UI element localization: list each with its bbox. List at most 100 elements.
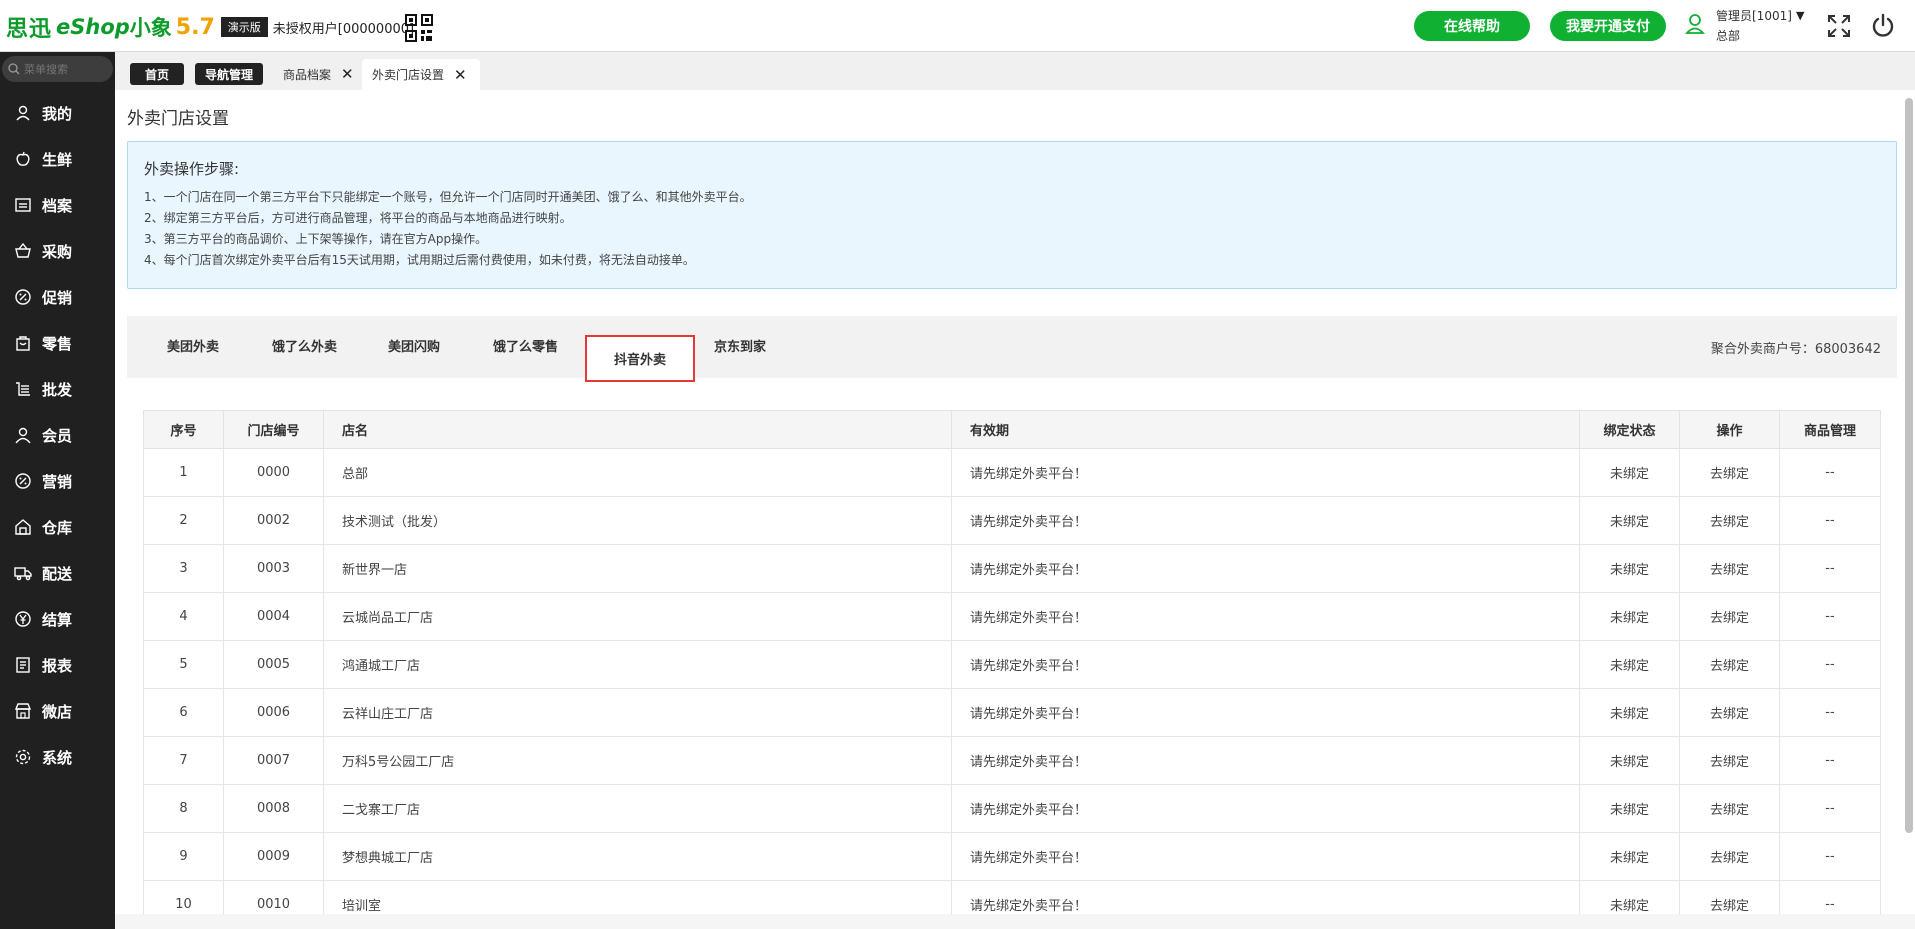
tab-label: 外卖门店设置 [372, 68, 445, 82]
admin-info[interactable]: 管理员[1001] 总部 [1716, 7, 1792, 44]
cell-store-name: 云城尚品工厂店 [323, 592, 952, 641]
cell-store-name: 云祥山庄工厂店 [323, 688, 952, 737]
brand-name: 小象 [129, 16, 172, 40]
cell-bind-status: 未绑定 [1579, 448, 1680, 497]
power-icon[interactable] [1870, 13, 1896, 39]
merchant-number: 聚合外卖商户号：68003642 [1710, 342, 1881, 357]
tab-eleme-retail[interactable]: 饿了么零售 [493, 336, 558, 355]
cell-validity: 请先绑定外卖平台！ [951, 736, 1580, 785]
cell-product-manage: -- [1779, 688, 1881, 737]
cell-store-name: 二戈寨工厂店 [323, 784, 952, 833]
tab-eleme-takeout[interactable]: 饿了么外卖 [272, 336, 337, 355]
tab-douyin-takeout[interactable]: 抖音外卖 [585, 335, 695, 382]
sidebar-item-report[interactable]: 报表 [0, 646, 115, 684]
cell-store-name: 梦想典城工厂店 [323, 832, 952, 881]
sidebar-item-purchase[interactable]: 采购 [0, 232, 115, 270]
sidebar-item-delivery[interactable]: 配送 [0, 554, 115, 592]
sidebar-item-retail[interactable]: 零售 [0, 324, 115, 362]
sidebar-item-wholesale[interactable]: 批发 [0, 370, 115, 408]
sidebar-item-promotion[interactable]: 促销 [0, 278, 115, 316]
table-row: 8 0008 二戈寨工厂店 请先绑定外卖平台！ 未绑定 去绑定 -- [143, 784, 1881, 833]
bind-link[interactable]: 去绑定 [1679, 784, 1780, 833]
fullscreen-icon[interactable] [1826, 13, 1852, 39]
cell-product-manage: -- [1779, 784, 1881, 833]
tab-nav-manage[interactable]: 导航管理 [195, 63, 263, 85]
sidebar-item-mine[interactable]: 我的 [0, 94, 115, 132]
bind-link[interactable]: 去绑定 [1679, 640, 1780, 689]
archive-icon [15, 198, 31, 212]
admin-dropdown-caret-icon[interactable]: ▼ [1796, 9, 1804, 22]
cell-product-manage: -- [1779, 496, 1881, 545]
menu-search-input[interactable] [24, 62, 104, 76]
close-icon[interactable]: ✕ [341, 65, 354, 83]
sidebar: 我的 生鲜 档案 采购 促销 零售 批发 会员 营销 仓库 配送 结算 [0, 52, 115, 929]
instruction-line: 2、绑定第三方平台后，方可进行商品管理，将平台的商品与本地商品进行映射。 [144, 211, 572, 225]
menu-search[interactable] [2, 56, 113, 82]
bind-link[interactable]: 去绑定 [1679, 496, 1780, 545]
sidebar-item-marketing[interactable]: 营销 [0, 462, 115, 500]
close-icon[interactable]: ✕ [454, 66, 467, 84]
vertical-scrollbar[interactable] [1905, 98, 1913, 833]
open-payment-button[interactable]: 我要开通支付 [1550, 11, 1666, 41]
unauthorized-user-label: 未授权用户[00000000] [272, 21, 415, 37]
instruction-line: 1、一个门店在同一个第三方平台下只能绑定一个账号，但允许一个门店同时开通美团、饿… [144, 190, 752, 204]
tab-takeout-settings[interactable]: 外卖门店设置 ✕ [362, 59, 480, 90]
instruction-line: 4、每个门店首次绑定外卖平台后有15天试用期，试用期过后需付费使用，如未付费，将… [144, 253, 695, 267]
cell-index: 2 [143, 496, 224, 545]
bind-link[interactable]: 去绑定 [1679, 592, 1780, 641]
bind-link[interactable]: 去绑定 [1679, 688, 1780, 737]
tab-home[interactable]: 首页 [130, 63, 184, 85]
sidebar-item-label: 我的 [42, 104, 73, 123]
tab-meituan-flash[interactable]: 美团闪购 [388, 336, 440, 355]
cell-validity: 请先绑定外卖平台！ [951, 688, 1580, 737]
apple-icon [16, 151, 30, 166]
col-header: 门店编号 [223, 410, 324, 449]
admin-name: 管理员[1001] [1716, 9, 1792, 23]
marketing-icon [15, 473, 31, 489]
tab-product-archive[interactable]: 商品档案 ✕ [283, 63, 354, 85]
cell-validity: 请先绑定外卖平台！ [951, 592, 1580, 641]
sidebar-item-label: 报表 [42, 656, 73, 675]
sidebar-item-archive[interactable]: 档案 [0, 186, 115, 224]
col-header: 有效期 [951, 410, 1580, 449]
tab-meituan-takeout[interactable]: 美团外卖 [167, 336, 219, 355]
cell-index: 6 [143, 688, 224, 737]
sidebar-item-label: 系统 [42, 748, 73, 767]
sidebar-item-label: 促销 [42, 288, 73, 307]
sidebar-item-label: 会员 [42, 426, 73, 445]
sidebar-item-label: 结算 [42, 610, 73, 629]
sidebar-item-label: 配送 [42, 564, 73, 583]
sidebar-item-fresh[interactable]: 生鲜 [0, 140, 115, 178]
bind-link[interactable]: 去绑定 [1679, 832, 1780, 881]
warehouse-icon [15, 519, 31, 535]
sidebar-item-member[interactable]: 会员 [0, 416, 115, 454]
cell-index: 1 [143, 448, 224, 497]
qr-code-icon[interactable] [405, 14, 433, 42]
bind-link[interactable]: 去绑定 [1679, 544, 1780, 593]
cell-product-manage: -- [1779, 448, 1881, 497]
online-help-button[interactable]: 在线帮助 [1414, 11, 1530, 41]
cell-bind-status: 未绑定 [1579, 736, 1680, 785]
cell-product-manage: -- [1779, 832, 1881, 881]
table-row: 4 0004 云城尚品工厂店 请先绑定外卖平台！ 未绑定 去绑定 -- [143, 592, 1881, 641]
cell-store-code: 0006 [223, 688, 324, 737]
cell-product-manage: -- [1779, 640, 1881, 689]
cell-index: 7 [143, 736, 224, 785]
sidebar-item-system[interactable]: 系统 [0, 738, 115, 776]
sidebar-item-settlement[interactable]: 结算 [0, 600, 115, 638]
sidebar-item-microstore[interactable]: 微店 [0, 692, 115, 730]
wholesale-icon [16, 382, 30, 396]
page-title: 外卖门店设置 [127, 109, 229, 129]
instructions-heading: 外卖操作步骤: [144, 160, 240, 178]
bind-link[interactable]: 去绑定 [1679, 736, 1780, 785]
cell-store-code: 0000 [223, 448, 324, 497]
cell-validity: 请先绑定外卖平台！ [951, 448, 1580, 497]
sidebar-item-warehouse[interactable]: 仓库 [0, 508, 115, 546]
cell-store-code: 0009 [223, 832, 324, 881]
brand-cn: 思迅 [6, 17, 53, 42]
cell-index: 4 [143, 592, 224, 641]
brand-eshop: eShop [56, 15, 130, 39]
bind-link[interactable]: 去绑定 [1679, 448, 1780, 497]
horizontal-scroll-track[interactable] [115, 914, 1915, 929]
tab-jd-daojia[interactable]: 京东到家 [714, 336, 766, 355]
